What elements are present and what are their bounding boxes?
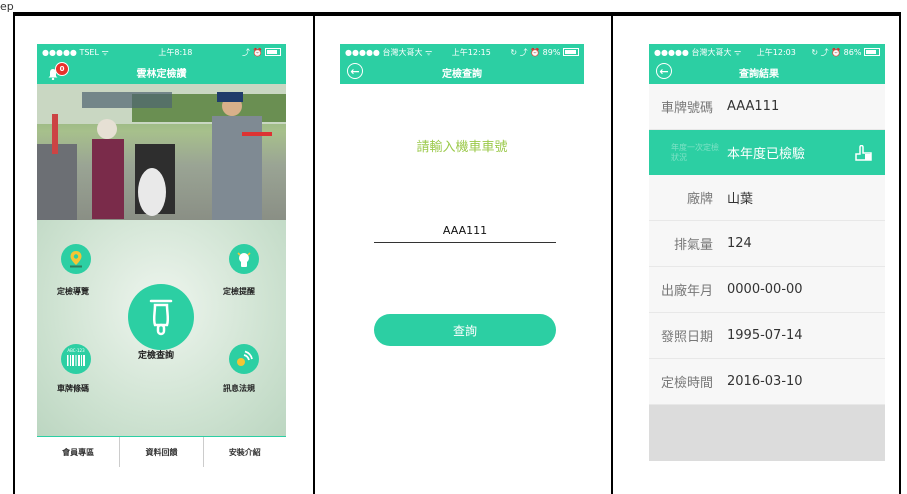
- status-carrier: ●●●●● 台灣大哥大 ᯤ: [654, 47, 742, 57]
- home-screen: ●●●●● TSEL ᯤ 上午8:18 ⤴ ⏰ 0 雲林定檢讚 定檢導覽 定檢提…: [37, 44, 286, 468]
- row-value: 124: [727, 236, 752, 251]
- app-title: 雲林定檢讚: [136, 68, 187, 80]
- result-row-displacement: 排氣量 124: [649, 221, 885, 267]
- inspection-photo: [37, 84, 286, 220]
- query-screen: ●●●●● 台灣大哥大 ᯤ 上午12:15 ↻ ⤴ ⏰ 89% ← 定檢查詢 請…: [340, 44, 584, 468]
- query-label: 定檢查詢: [138, 351, 175, 361]
- laws-button[interactable]: [229, 344, 259, 374]
- guide-label: 定檢導覽: [57, 287, 89, 296]
- barcode-button[interactable]: ABC-123: [61, 344, 91, 374]
- tab-install[interactable]: 安裝介紹: [204, 437, 286, 467]
- result-row-manufacture-date: 出廠年月 0000-00-00: [649, 267, 885, 313]
- notification-badge: 0: [55, 62, 69, 76]
- tap-hand-icon[interactable]: [853, 144, 875, 161]
- row-key: 廠牌: [686, 192, 713, 207]
- row-key: 出廠年月: [660, 284, 713, 299]
- result-row-annual-check: 年度一次定檢狀況 本年度已檢驗: [649, 130, 885, 175]
- status-bar: ●●●●● 台灣大哥大 ᯤ 上午12:03 ↻ ⤴ ⏰ 86%: [649, 44, 885, 60]
- scooter-alert-icon: [237, 252, 251, 267]
- plate-prompt: 請輸入機車車號: [416, 140, 508, 155]
- status-time: 上午12:03: [756, 47, 796, 57]
- battery-icon: [863, 48, 880, 56]
- row-key: 定檢時間: [660, 376, 713, 391]
- arrow-left-icon: ←: [350, 64, 360, 78]
- tab-feedback[interactable]: 資料回饋: [120, 437, 204, 467]
- notification-button[interactable]: 0: [47, 62, 69, 81]
- row-value: 1995-07-14: [727, 328, 803, 343]
- row-value: 山葉: [727, 192, 754, 207]
- result-row-issue-date: 發照日期 1995-07-14: [649, 313, 885, 359]
- left-strip-label: ep: [0, 0, 14, 13]
- page-title: 查詢結果: [739, 68, 779, 80]
- row-value: AAA111: [727, 99, 780, 114]
- app-header: ← 定檢查詢: [340, 60, 584, 84]
- status-time: 上午8:18: [158, 47, 193, 57]
- status-carrier: ●●●●● 台灣大哥大 ᯤ: [345, 47, 433, 57]
- query-submit-button[interactable]: 查詢: [374, 314, 556, 346]
- laws-label: 訊息法規: [223, 384, 255, 393]
- row-key: 發照日期: [660, 330, 713, 345]
- remind-label: 定檢提醒: [223, 287, 255, 296]
- barcode-icon: [67, 355, 85, 366]
- bottom-tab-bar: 會員專區 資料回饋 安裝介紹: [37, 436, 286, 467]
- panel-divider-2: [611, 12, 613, 494]
- remind-button[interactable]: [229, 244, 259, 274]
- status-bar: ●●●●● 台灣大哥大 ᯤ 上午12:15 ↻ ⤴ ⏰ 89%: [340, 44, 584, 60]
- app-header: 0 雲林定檢讚: [37, 60, 286, 84]
- arrow-left-icon: ←: [659, 64, 669, 78]
- result-row-brand: 廠牌 山葉: [649, 175, 885, 221]
- page-title: 定檢查詢: [442, 68, 482, 80]
- tab-member[interactable]: 會員專區: [37, 437, 121, 467]
- plate-input[interactable]: AAA111: [374, 224, 556, 243]
- barcode-caption: ABC-123: [67, 348, 85, 353]
- status-right: ↻ ⤴ ⏰ 89%: [510, 47, 579, 58]
- result-screen: ●●●●● 台灣大哥大 ᯤ 上午12:03 ↻ ⤴ ⏰ 86% ← 查詢結果 車…: [649, 44, 885, 468]
- scooter-icon: [149, 299, 173, 336]
- result-row-plate: 車牌號碼 AAA111: [649, 84, 885, 130]
- status-right: ⤴ ⏰: [242, 47, 281, 58]
- back-button[interactable]: ←: [347, 63, 363, 79]
- back-button[interactable]: ←: [656, 63, 672, 79]
- row-value: 本年度已檢驗: [727, 147, 806, 162]
- photo-illustration: [37, 84, 286, 220]
- guide-button[interactable]: [61, 244, 91, 274]
- broadcast-icon: [237, 350, 253, 366]
- map-pin-icon: [70, 251, 82, 268]
- battery-icon: [265, 48, 281, 56]
- row-key: 年度一次定檢狀況: [671, 142, 719, 162]
- query-button[interactable]: [128, 284, 194, 350]
- row-key: 排氣量: [673, 238, 713, 253]
- status-right: ↻ ⤴ ⏰ 86%: [811, 47, 880, 58]
- barcode-label: 車牌條碼: [57, 384, 89, 393]
- status-time: 上午12:15: [451, 47, 491, 57]
- app-header: ← 查詢結果: [649, 60, 885, 84]
- result-list: 車牌號碼 AAA111 年度一次定檢狀況 本年度已檢驗 廠牌 山葉 排氣量 12…: [649, 84, 885, 461]
- row-value: 2016-03-10: [727, 374, 803, 389]
- status-carrier: ●●●●● TSEL ᯤ: [42, 47, 109, 57]
- row-value: 0000-00-00: [727, 282, 803, 297]
- menu-area: 定檢導覽 定檢提醒 定檢查詢 ABC-123 車牌條碼 訊息法規: [37, 220, 286, 436]
- panel-divider-1: [313, 12, 315, 494]
- status-bar: ●●●●● TSEL ᯤ 上午8:18 ⤴ ⏰: [37, 44, 286, 60]
- battery-icon: [562, 48, 579, 56]
- result-row-inspection-date: 定檢時間 2016-03-10: [649, 359, 885, 405]
- row-key: 車牌號碼: [660, 101, 713, 116]
- empty-footer: [649, 405, 885, 461]
